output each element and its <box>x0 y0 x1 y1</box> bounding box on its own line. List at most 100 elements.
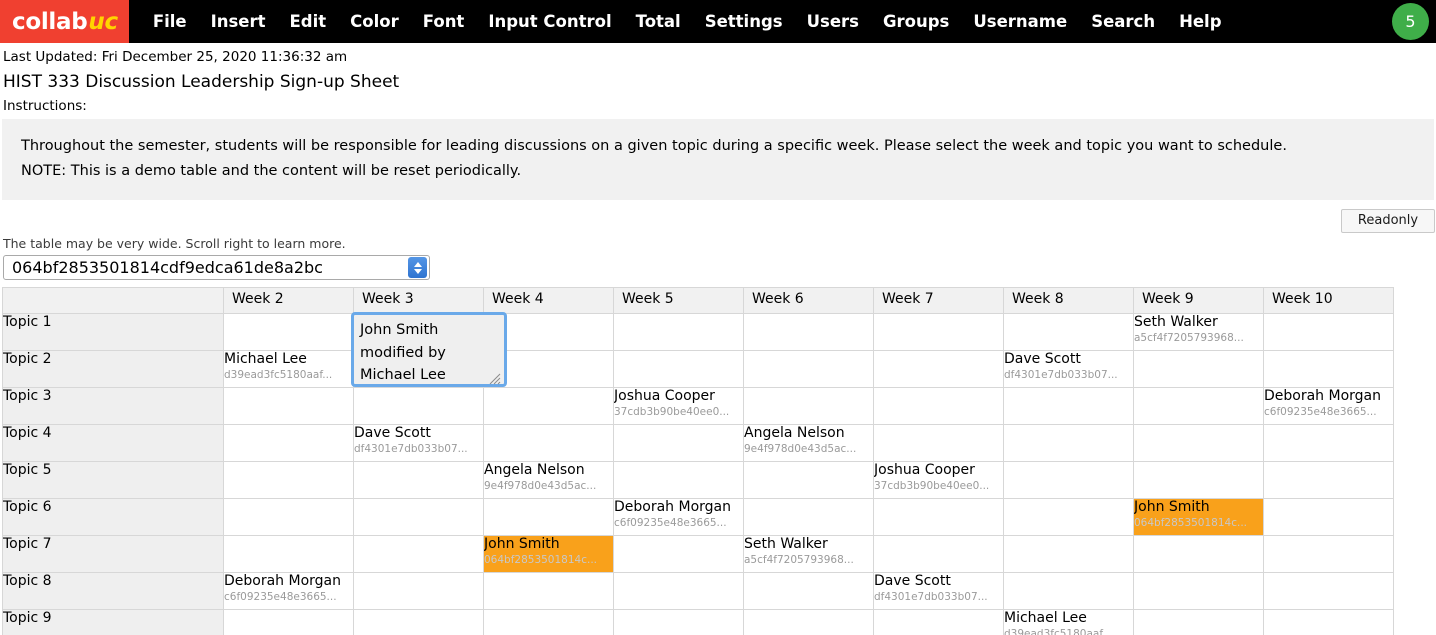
collabuc-logo[interactable]: collab uc <box>0 0 129 43</box>
signup-cell[interactable] <box>1133 572 1264 610</box>
signup-cell[interactable] <box>483 498 614 536</box>
signup-cell[interactable] <box>613 424 744 462</box>
signup-cell[interactable] <box>1263 424 1394 462</box>
signup-cell[interactable] <box>223 609 354 635</box>
signup-cell[interactable] <box>1263 572 1394 610</box>
signup-cell[interactable] <box>1263 498 1394 536</box>
signup-cell[interactable] <box>223 313 354 351</box>
signup-cell[interactable] <box>873 313 1004 351</box>
signup-cell[interactable] <box>1003 424 1134 462</box>
signup-cell[interactable] <box>613 313 744 351</box>
signup-cell[interactable]: Joshua Cooper 37cdb3b90be40ee0... <box>873 461 1004 499</box>
menu-item-insert[interactable]: Insert <box>199 0 278 43</box>
menu-item-help[interactable]: Help <box>1167 0 1233 43</box>
signup-cell[interactable]: Joshua Cooper 37cdb3b90be40ee0... <box>613 387 744 425</box>
signup-cell[interactable] <box>353 461 484 499</box>
notification-badge[interactable]: 5 <box>1392 3 1429 40</box>
signup-cell[interactable] <box>743 350 874 388</box>
signup-cell[interactable] <box>353 498 484 536</box>
signup-cell[interactable]: Michael Lee d39ead3fc5180aaf... <box>1003 609 1134 635</box>
signup-cell[interactable]: Deborah Morgan c6f09235e48e3665... <box>1263 387 1394 425</box>
signup-cell[interactable] <box>873 535 1004 573</box>
signup-cell[interactable]: John Smith 064bf2853501814c... <box>1133 498 1264 536</box>
column-header-week-6[interactable]: Week 6 <box>743 287 874 314</box>
column-header-week-4[interactable]: Week 4 <box>483 287 614 314</box>
signup-cell[interactable] <box>223 461 354 499</box>
signup-cell[interactable] <box>613 572 744 610</box>
signup-cell[interactable] <box>743 313 874 351</box>
signup-cell[interactable] <box>1003 498 1134 536</box>
signup-cell[interactable] <box>483 424 614 462</box>
signup-cell[interactable] <box>353 387 484 425</box>
signup-cell[interactable]: Deborah Morgan c6f09235e48e3665... <box>223 572 354 610</box>
column-header-week-7[interactable]: Week 7 <box>873 287 1004 314</box>
signup-cell[interactable]: Michael Lee d39ead3fc5180aaf... <box>223 350 354 388</box>
menu-item-settings[interactable]: Settings <box>693 0 795 43</box>
signup-cell[interactable] <box>613 350 744 388</box>
signup-cell[interactable] <box>1003 313 1134 351</box>
chevron-updown-icon[interactable] <box>408 257 427 278</box>
signup-cell[interactable] <box>1133 350 1264 388</box>
signup-cell[interactable]: Dave Scott df4301e7db033b07... <box>1003 350 1134 388</box>
signup-cell[interactable] <box>1133 535 1264 573</box>
signup-cell[interactable] <box>1003 461 1134 499</box>
signup-cell[interactable] <box>353 609 484 635</box>
signup-cell[interactable]: Angela Nelson 9e4f978d0e43d5ac... <box>483 461 614 499</box>
signup-cell[interactable] <box>743 387 874 425</box>
signup-cell[interactable]: Seth Walker a5cf4f7205793968... <box>743 535 874 573</box>
signup-cell[interactable] <box>1263 350 1394 388</box>
signup-cell[interactable] <box>873 387 1004 425</box>
signup-cell[interactable] <box>873 424 1004 462</box>
signup-cell[interactable]: Seth Walker a5cf4f7205793968... <box>1133 313 1264 351</box>
column-header-week-2[interactable]: Week 2 <box>223 287 354 314</box>
signup-cell[interactable] <box>483 609 614 635</box>
signup-cell[interactable] <box>873 498 1004 536</box>
signup-cell[interactable] <box>223 498 354 536</box>
signup-cell[interactable] <box>1133 461 1264 499</box>
column-header-week-9[interactable]: Week 9 <box>1133 287 1264 314</box>
menu-item-users[interactable]: Users <box>795 0 871 43</box>
signup-cell[interactable] <box>613 461 744 499</box>
menu-item-font[interactable]: Font <box>411 0 477 43</box>
menu-item-color[interactable]: Color <box>338 0 411 43</box>
signup-cell[interactable] <box>743 498 874 536</box>
column-header-week-8[interactable]: Week 8 <box>1003 287 1134 314</box>
signup-cell[interactable] <box>1133 387 1264 425</box>
signup-cell[interactable] <box>1003 572 1134 610</box>
signup-cell[interactable] <box>1133 424 1264 462</box>
menu-item-edit[interactable]: Edit <box>278 0 339 43</box>
signup-cell[interactable] <box>1263 313 1394 351</box>
menu-item-input-control[interactable]: Input Control <box>476 0 623 43</box>
signup-cell[interactable]: John Smith 064bf2853501814c... <box>483 535 614 573</box>
cell-edit-textarea[interactable]: John Smith modified by Michael Lee <box>351 312 507 387</box>
menu-item-total[interactable]: Total <box>624 0 693 43</box>
signup-cell[interactable] <box>353 535 484 573</box>
readonly-button[interactable]: Readonly <box>1341 209 1435 233</box>
signup-cell[interactable] <box>353 572 484 610</box>
user-hash-select-wrapper[interactable]: 064bf2853501814cdf9edca61de8a2bc <box>3 255 430 280</box>
signup-cell[interactable] <box>483 387 614 425</box>
signup-cell[interactable]: Dave Scott df4301e7db033b07... <box>353 424 484 462</box>
user-hash-select[interactable]: 064bf2853501814cdf9edca61de8a2bc <box>3 255 430 280</box>
column-header-week-3[interactable]: Week 3 <box>353 287 484 314</box>
signup-cell[interactable] <box>873 609 1004 635</box>
signup-cell[interactable] <box>223 535 354 573</box>
signup-cell[interactable] <box>1003 535 1134 573</box>
signup-cell[interactable] <box>1133 609 1264 635</box>
menu-item-username[interactable]: Username <box>961 0 1079 43</box>
menu-item-search[interactable]: Search <box>1079 0 1167 43</box>
signup-cell[interactable] <box>613 609 744 635</box>
signup-cell[interactable] <box>483 572 614 610</box>
menu-item-file[interactable]: File <box>141 0 199 43</box>
signup-cell[interactable] <box>1263 535 1394 573</box>
column-header-week-5[interactable]: Week 5 <box>613 287 744 314</box>
signup-cell[interactable]: Deborah Morgan c6f09235e48e3665... <box>613 498 744 536</box>
signup-cell[interactable] <box>1263 461 1394 499</box>
signup-cell[interactable]: Dave Scott df4301e7db033b07... <box>873 572 1004 610</box>
signup-cell[interactable] <box>743 572 874 610</box>
signup-cell[interactable] <box>223 387 354 425</box>
signup-cell[interactable] <box>743 609 874 635</box>
column-header-week-10[interactable]: Week 10 <box>1263 287 1394 314</box>
signup-cell[interactable] <box>223 424 354 462</box>
signup-cell[interactable] <box>613 535 744 573</box>
